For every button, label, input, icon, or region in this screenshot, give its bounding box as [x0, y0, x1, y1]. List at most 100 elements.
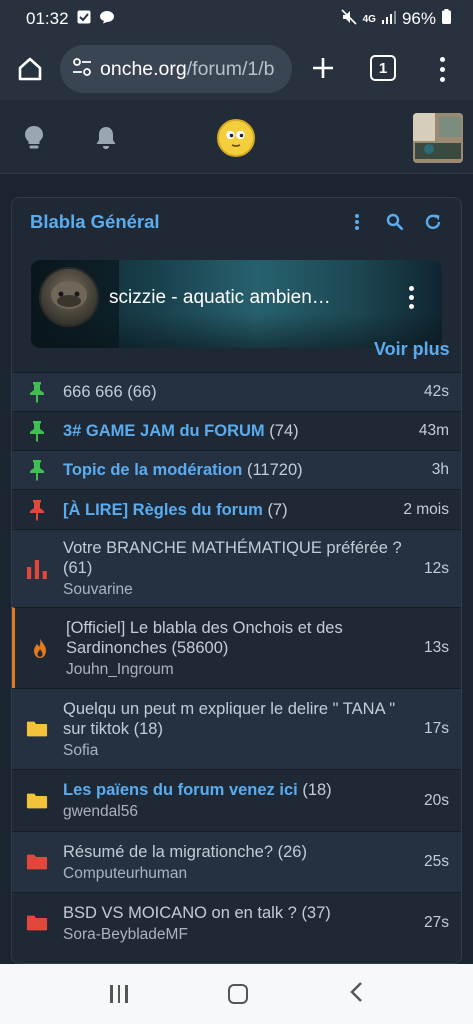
topic-reply-count: (11720) — [246, 461, 303, 479]
topic-title-text: 666 666 — [63, 383, 123, 401]
url-bar[interactable]: onche.org/forum/1/b — [60, 45, 292, 93]
video-menu-button[interactable] — [409, 286, 414, 309]
topic-title[interactable]: Topic de la modération (11720) — [63, 460, 424, 480]
topic-row[interactable]: Les païens du forum venez ici (18) gwenda… — [12, 769, 461, 831]
site-settings-icon[interactable] — [72, 57, 92, 81]
avatar-image — [413, 113, 463, 163]
home-button[interactable] — [0, 38, 60, 100]
url-text: onche.org/forum/1/b — [100, 58, 275, 81]
status-bar: 01:32 4G 96% — [0, 0, 473, 38]
folder-icon — [26, 792, 48, 810]
topic-reply-count: (37) — [301, 903, 331, 922]
user-avatar[interactable] — [413, 113, 463, 163]
topic-title-text: Votre BRANCHE MATHÉMATIQUE préférée ? — [63, 539, 402, 557]
mute-icon — [341, 8, 357, 30]
battery-icon — [442, 9, 451, 29]
topic-title[interactable]: BSD VS MOICANO on en talk ? (37) — [63, 903, 416, 923]
back-icon — [350, 981, 362, 1002]
topic-row[interactable]: 666 666 (66) 42s — [12, 372, 461, 411]
forum-title[interactable]: Blabla Général — [30, 211, 160, 233]
topic-title-text: 3# GAME JAM du FORUM — [63, 422, 265, 440]
url-domain: onche.org — [100, 57, 187, 80]
topic-title[interactable]: Résumé de la migrationche? (26) — [63, 842, 416, 862]
pin-icon — [26, 380, 48, 404]
voir-plus-link[interactable]: Voir plus — [374, 339, 450, 360]
topic-last-activity: 2 mois — [403, 500, 449, 518]
network-type: 4G — [362, 13, 376, 25]
forum-header: Blabla Général — [12, 198, 461, 246]
topic-author[interactable]: gwendal56 — [63, 803, 416, 821]
browser-toolbar: onche.org/forum/1/b 1 — [0, 38, 473, 100]
topic-title-text: BSD VS MOICANO on en talk ? — [63, 903, 297, 922]
topic-author[interactable]: Computeurhuman — [63, 865, 416, 883]
topic-last-activity: 43m — [418, 422, 449, 439]
topic-last-activity: 27s — [424, 914, 449, 931]
tab-count: 1 — [378, 59, 388, 77]
topic-row[interactable]: 3# GAME JAM du FORUM (74) 43m — [12, 411, 461, 450]
home-nav-button[interactable] — [228, 984, 249, 1004]
topic-reply-count: (18) — [302, 781, 332, 799]
bell-icon[interactable] — [94, 124, 118, 157]
topic-row[interactable]: [À LIRE] Règles du forum (7) 2 mois — [12, 489, 461, 529]
topic-author[interactable]: Souvarine — [63, 581, 416, 599]
url-path: /forum/1/b — [186, 57, 275, 80]
chat-notification-icon — [99, 9, 115, 29]
topic-reply-count: (18) — [133, 719, 163, 738]
topic-title-text: [À LIRE] Règles du forum — [63, 500, 263, 519]
topic-author[interactable]: Sora-BeybladeMF — [63, 926, 416, 944]
topic-title-text: Quelqu un peut m expliquer le delire " T… — [63, 699, 396, 738]
topic-row[interactable]: Votre BRANCHE MATHÉMATIQUE préférée ? (6… — [12, 529, 461, 607]
topic-title[interactable]: [À LIRE] Règles du forum (7) — [63, 500, 395, 520]
pin-icon — [26, 458, 48, 482]
plus-icon — [313, 58, 333, 78]
refresh-icon[interactable] — [423, 212, 443, 232]
browser-menu-button[interactable] — [430, 50, 454, 88]
fire-icon — [29, 637, 51, 659]
site-header — [0, 100, 473, 174]
topic-row[interactable]: Résumé de la migrationche? (26) Computeur… — [12, 831, 461, 892]
folder-icon — [26, 914, 48, 932]
topic-title[interactable]: 666 666 (66) — [63, 382, 416, 402]
topic-last-activity: 12s — [424, 559, 449, 577]
recent-apps-button[interactable] — [110, 985, 128, 1003]
turtle-avatar-icon — [51, 281, 87, 309]
tab-switcher-button[interactable]: 1 — [370, 55, 396, 81]
topic-row[interactable]: BSD VS MOICANO on en talk ? (37) Sora-Bey… — [12, 892, 461, 953]
system-navigation-bar — [0, 964, 473, 1024]
topic-reply-count: (7) — [267, 500, 288, 519]
battery-level: 96% — [401, 9, 436, 28]
channel-avatar[interactable] — [39, 267, 99, 327]
back-button[interactable] — [349, 981, 363, 1008]
topic-reply-count: (58600) — [171, 638, 229, 657]
topic-author[interactable]: Jouhn_Ingroum — [66, 661, 416, 679]
lightbulb-icon[interactable] — [22, 124, 46, 157]
topic-last-activity: 17s — [424, 720, 449, 737]
topic-last-activity: 42s — [424, 383, 449, 400]
topic-title-text: Topic de la modération — [63, 461, 243, 479]
search-icon[interactable] — [385, 212, 405, 232]
pin-icon — [26, 419, 48, 443]
topic-last-activity: 3h — [431, 461, 449, 478]
topic-reply-count: (74) — [269, 422, 299, 440]
video-title[interactable]: scizzie - aquatic ambien… — [109, 287, 384, 309]
new-tab-button[interactable] — [305, 48, 341, 88]
folder-icon — [26, 720, 48, 738]
topic-title-text: Les païens du forum venez ici — [63, 781, 298, 799]
checkbox-notification-icon — [77, 9, 91, 29]
more-options-icon[interactable] — [347, 212, 367, 232]
site-logo[interactable] — [217, 119, 255, 157]
topic-last-activity: 20s — [424, 791, 449, 809]
pin-icon — [26, 498, 48, 522]
poll-icon — [26, 558, 48, 580]
topic-row[interactable]: Quelqu un peut m expliquer le delire " T… — [12, 688, 461, 769]
smiley-logo-icon — [226, 130, 245, 147]
topic-author[interactable]: Sofia — [63, 742, 416, 760]
topic-title[interactable]: 3# GAME JAM du FORUM (74) — [63, 421, 411, 441]
topic-title[interactable]: Les païens du forum venez ici (18) — [63, 780, 416, 800]
topic-title[interactable]: Votre BRANCHE MATHÉMATIQUE préférée ? (6… — [63, 538, 416, 578]
topic-row[interactable]: [Officiel] Le blabla des Onchois et des … — [12, 607, 461, 688]
topic-title[interactable]: [Officiel] Le blabla des Onchois et des … — [66, 618, 416, 658]
topic-title[interactable]: Quelqu un peut m expliquer le delire " T… — [63, 699, 416, 739]
video-embed[interactable]: scizzie - aquatic ambien… — [31, 260, 442, 348]
topic-row[interactable]: Topic de la modération (11720) 3h — [12, 450, 461, 489]
